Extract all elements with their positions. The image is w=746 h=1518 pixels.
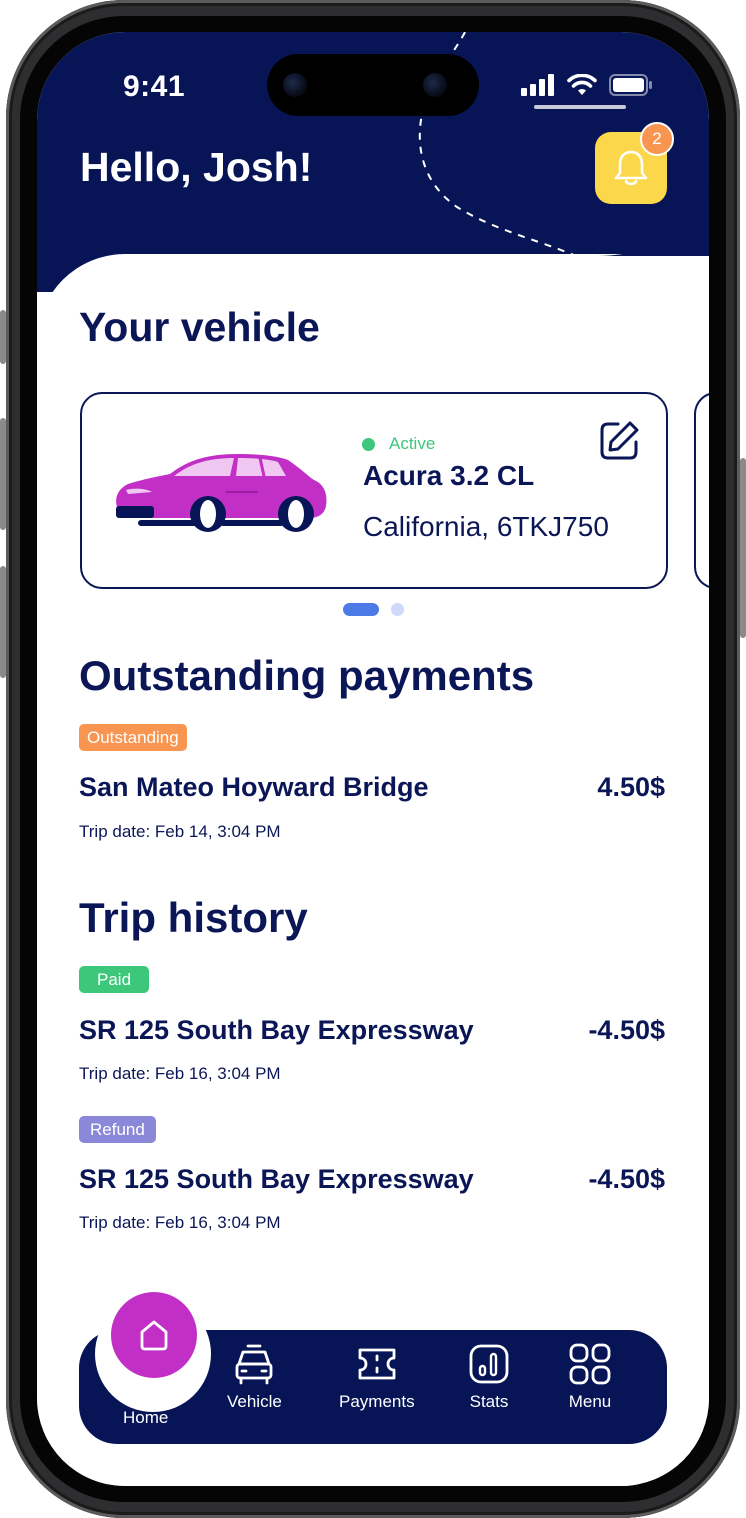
nav-label-payments: Payments [339,1392,415,1411]
car-icon [236,1344,273,1385]
stats-icon [469,1344,509,1384]
nav-label-home: Home [123,1408,169,1427]
signal-icon [521,74,554,96]
status-badge: Refund [79,1116,156,1143]
vehicle-name: Acura 3.2 CL [363,460,535,491]
carousel-dot-active[interactable] [343,603,379,616]
payment-title: San Mateo Hoyward Bridge [79,772,429,802]
power-button [740,458,746,638]
nav-stats[interactable]: Stats [467,1342,511,1412]
status-time: 9:41 [123,70,186,103]
vehicle-plate: California, 6TKJ750 [363,511,609,542]
trip-date: Trip date: Feb 16, 3:04 PM [79,1213,281,1232]
wifi-icon [567,74,597,95]
payment-amount: 4.50$ [597,772,665,802]
trip-title: SR 125 South Bay Expressway [79,1015,474,1045]
carousel-dot[interactable] [391,603,404,616]
vehicle-section-title: Your vehicle [79,304,320,350]
edit-vehicle-button[interactable] [596,418,642,464]
nav-menu[interactable]: Menu [568,1342,612,1412]
status-badge: Outstanding [79,724,187,751]
trip-date: Trip date: Feb 16, 3:04 PM [79,1064,281,1083]
home-fab-button[interactable] [111,1292,197,1378]
status-icons [521,74,653,96]
trip-amount: -4.50$ [588,1164,665,1194]
carousel-indicator [343,603,404,616]
status-underline [534,105,626,109]
nav-label-menu: Menu [568,1392,612,1411]
active-dot [362,437,375,451]
app-screen: 9:41 Hello, Josh! 2 Your vehicle Active … [37,32,709,1486]
nav-home[interactable]: Home [123,1402,168,1428]
greeting-text: Hello, Josh! [80,144,313,190]
vehicle-status: Active [362,434,435,454]
home-icon [140,1320,168,1351]
menu-grid-icon [569,1343,611,1385]
outstanding-section-title: Outstanding payments [79,652,535,699]
trip-amount: -4.50$ [588,1015,665,1045]
camera-lens-icon [283,73,307,97]
bell-icon [614,150,648,186]
trip-title: SR 125 South Bay Expressway [79,1164,474,1194]
nav-payments[interactable]: Payments [339,1342,415,1412]
vehicle-card[interactable]: Active Acura 3.2 CL California, 6TKJ750 [80,392,668,589]
nav-label-vehicle: Vehicle [227,1392,282,1411]
vehicle-status-label: Active [389,434,436,453]
car-illustration [116,454,327,532]
payment-date: Trip date: Feb 14, 3:04 PM [79,822,281,841]
dynamic-island [267,54,479,116]
nav-vehicle[interactable]: Vehicle [227,1342,282,1412]
trip-section-title: Trip history [79,894,308,941]
status-badge: Paid [79,966,150,993]
battery-icon [609,74,652,96]
ticket-icon [358,1348,396,1380]
nav-label-stats: Stats [469,1392,509,1411]
next-vehicle-card[interactable] [694,392,709,589]
sensor-lens-icon [423,73,447,97]
notification-badge: 2 [640,122,674,156]
